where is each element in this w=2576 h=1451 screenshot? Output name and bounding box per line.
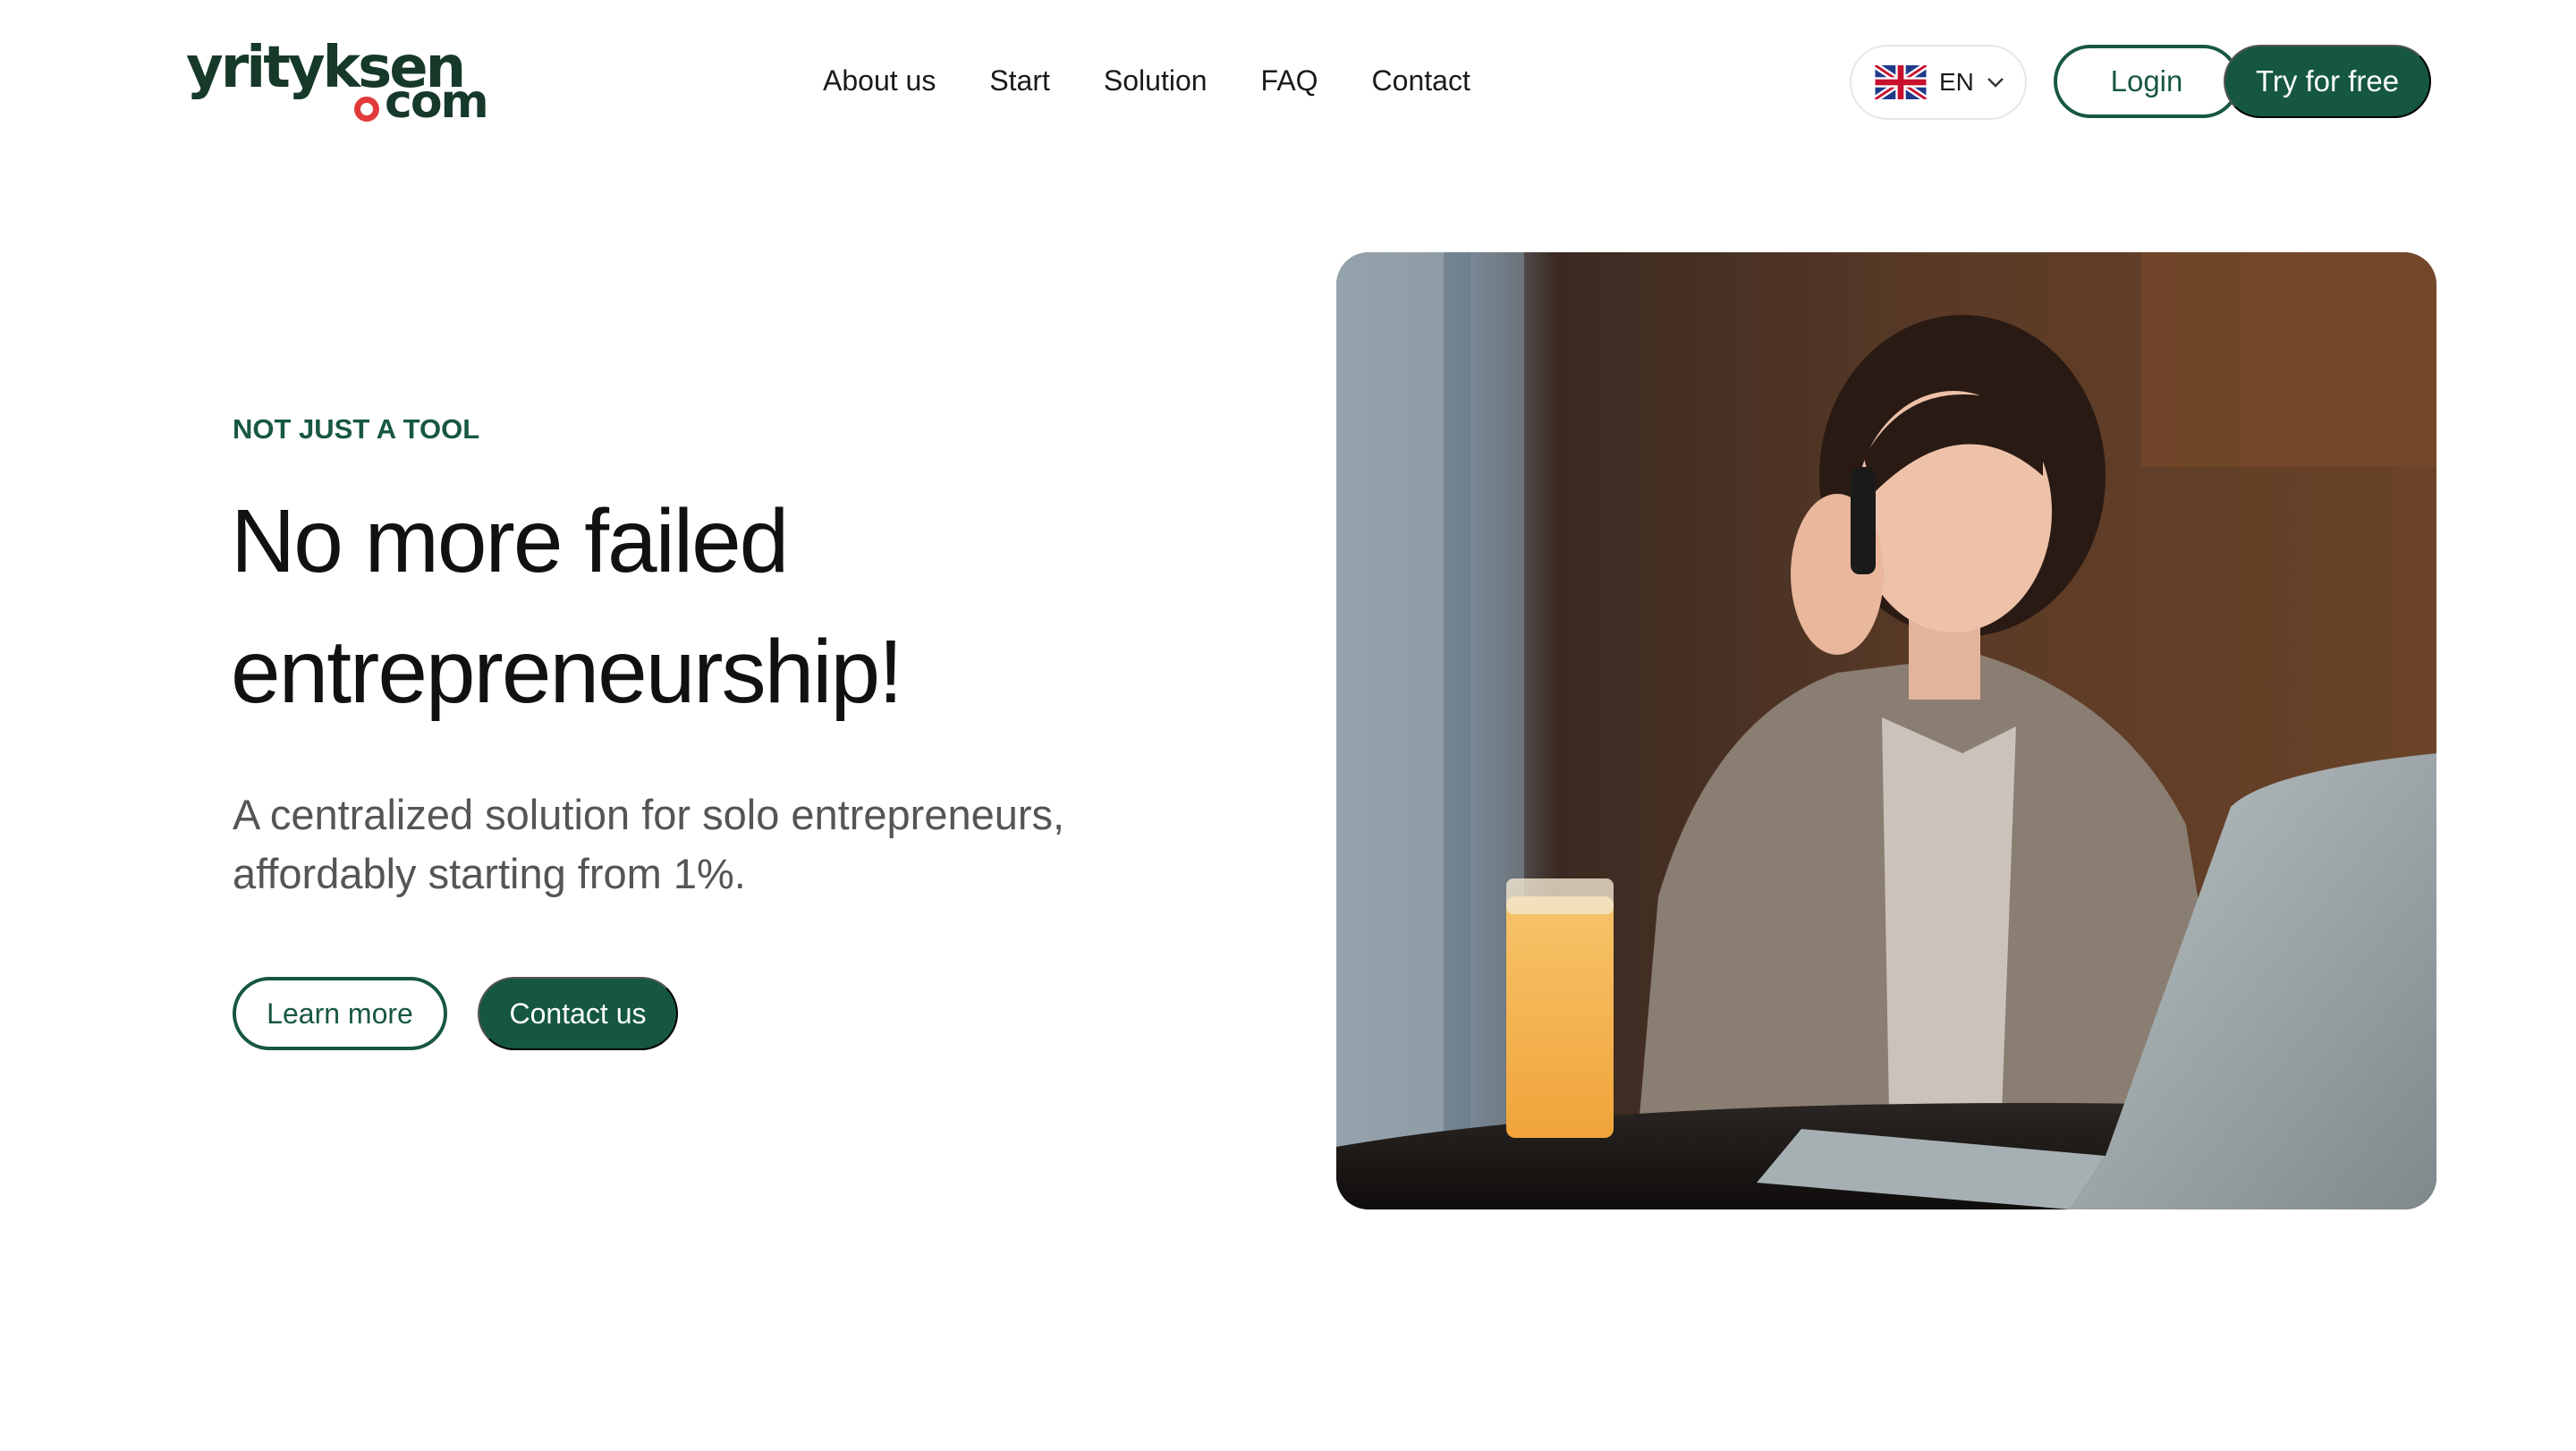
- hero-subtext-line1: A centralized solution for solo entrepre…: [233, 791, 1065, 838]
- nav-solution[interactable]: Solution: [1104, 59, 1208, 102]
- hero-photo-illustration: [1336, 252, 2436, 1209]
- logo-red-dot: [354, 97, 379, 122]
- hero-subtext: A centralized solution for solo entrepre…: [233, 785, 1181, 904]
- nav-start[interactable]: Start: [989, 59, 1050, 102]
- chevron-down-icon: [1987, 78, 2004, 88]
- hero-headline-line2: entrepreneurship!: [231, 622, 903, 722]
- uk-flag-icon: [1875, 65, 1927, 99]
- hero-headline: No more failed entrepreneurship!: [231, 476, 1286, 737]
- site-header: yrityksen com About us Start Solution FA…: [0, 0, 2576, 161]
- nav-about-us[interactable]: About us: [823, 59, 936, 102]
- contact-us-button[interactable]: Contact us: [478, 977, 678, 1050]
- nav-faq[interactable]: FAQ: [1261, 59, 1318, 102]
- learn-more-button[interactable]: Learn more: [233, 977, 447, 1050]
- hero-photo: [1336, 252, 2436, 1209]
- landing-page: yrityksen com About us Start Solution FA…: [0, 0, 2576, 1451]
- main-nav: About us Start Solution FAQ Contact: [823, 59, 1470, 102]
- hero-eyebrow: NOT JUST A TOOL: [233, 413, 480, 445]
- site-logo[interactable]: yrityksen com: [186, 39, 489, 129]
- hero-headline-line1: No more failed: [231, 491, 789, 591]
- nav-contact[interactable]: Contact: [1372, 59, 1470, 102]
- logo-wordmark-bottom: com: [385, 75, 489, 129]
- language-code: EN: [1939, 68, 1974, 96]
- try-for-free-button[interactable]: Try for free: [2224, 45, 2431, 118]
- hero-subtext-line2: affordably starting from 1%.: [233, 850, 746, 897]
- language-selector[interactable]: EN: [1850, 45, 2027, 120]
- login-button[interactable]: Login: [2054, 45, 2240, 118]
